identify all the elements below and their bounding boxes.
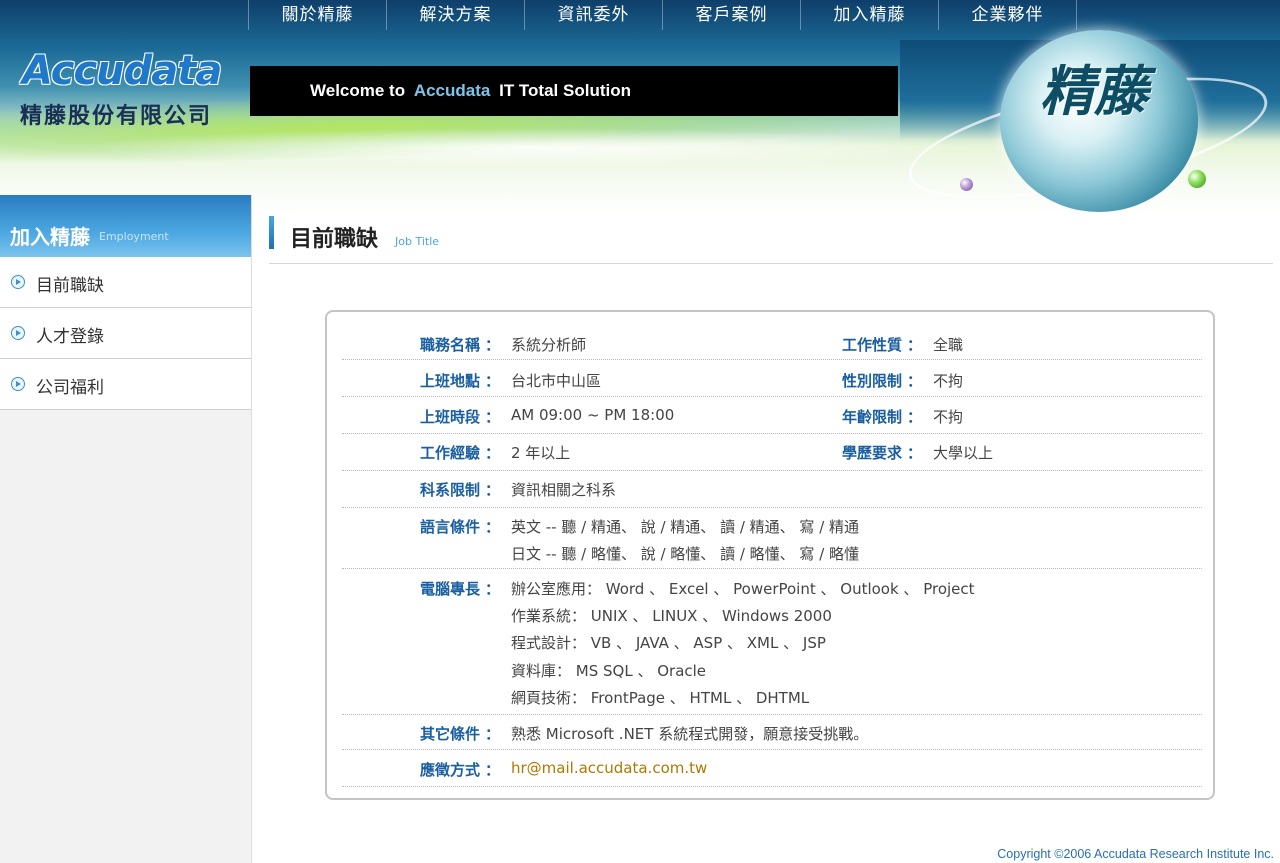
nav-about[interactable]: 關於精藤: [248, 0, 386, 30]
nav-partners[interactable]: 企業夥伴: [938, 0, 1077, 30]
globe-calligraphy: 精藤: [1040, 59, 1148, 123]
field-separator: ：: [907, 408, 923, 426]
apply-email-link[interactable]: hr@mail.accudata.com.tw: [511, 759, 707, 777]
field-value: 系統分析師: [511, 336, 587, 354]
field-value-line: 程式設計： VB 、 JAVA 、 ASP 、 XML 、 JSP: [511, 634, 826, 652]
job-row-language: 語言條件 ： 英文 -- 聽 / 精通、 說 / 精通、 讀 / 精通、 寫 /…: [342, 508, 1202, 569]
field-value-line: 網頁技術： FrontPage 、 HTML 、 DHTML: [511, 689, 810, 707]
site-header: 關於精藤 解決方案 資訊委外 客戶案例 加入精藤 企業夥伴 Accudata 精…: [0, 0, 1280, 215]
header-light-streak: [80, 128, 980, 168]
field-label: 年齡限制: [842, 408, 903, 426]
job-row: 上班時段 ： AM 09:00 ~ PM 18:00 年齡限制 ： 不拘: [342, 397, 1202, 434]
arrow-circle-icon: [11, 377, 25, 391]
field-separator: ：: [485, 481, 501, 499]
nav-outsourcing[interactable]: 資訊委外: [524, 0, 662, 30]
welcome-banner: Welcome to Accudata IT Total Solution: [250, 66, 898, 116]
field-label: 學歷要求: [842, 444, 903, 462]
sidebar: 加入精藤 Employment 目前職缺 人才登錄 公司福利: [0, 195, 252, 863]
field-separator: ：: [485, 408, 501, 426]
sidebar-item-benefits[interactable]: 公司福利: [0, 359, 251, 410]
field-label: 科系限制: [420, 481, 481, 499]
field-label: 上班時段: [420, 408, 481, 426]
job-row-apply: 應徵方式 ： hr@mail.accudata.com.tw: [342, 750, 1202, 787]
field-label: 電腦專長: [420, 580, 481, 598]
copyright-footer: Copyright ©2006 Accudata Research Instit…: [997, 847, 1274, 861]
job-row-other: 其它條件 ： 熟悉 Microsoft .NET 系統程式開發，願意接受挑戰。: [342, 715, 1202, 750]
nav-join[interactable]: 加入精藤: [800, 0, 938, 30]
field-separator: ：: [907, 372, 923, 390]
field-value: 台北市中山區: [511, 372, 602, 390]
field-separator: ：: [485, 761, 501, 779]
field-label: 上班地點: [420, 372, 481, 390]
field-value: AM 09:00 ~ PM 18:00: [511, 406, 675, 424]
sidebar-header: 加入精藤 Employment: [0, 195, 251, 257]
field-separator: ：: [907, 336, 923, 354]
top-navigation: 關於精藤 解決方案 資訊委外 客戶案例 加入精藤 企業夥伴: [248, 0, 1077, 30]
field-separator: ：: [485, 444, 501, 462]
field-label: 語言條件: [420, 518, 481, 536]
field-value-line: 英文 -- 聽 / 精通、 說 / 精通、 讀 / 精通、 寫 / 精通: [511, 518, 860, 536]
job-row: 工作經驗 ： 2 年以上 學歷要求 ： 大學以上: [342, 434, 1202, 471]
welcome-suffix: IT Total Solution: [499, 81, 631, 100]
field-label: 其它條件: [420, 725, 481, 743]
sidebar-item-label: 目前職缺: [36, 276, 104, 296]
field-value: 全職: [933, 336, 964, 354]
sidebar-title-en: Employment: [99, 230, 169, 243]
field-value: 資訊相關之科系: [511, 481, 617, 499]
nav-cases[interactable]: 客戶案例: [662, 0, 800, 30]
logo-company-name: 精藤股份有限公司: [20, 104, 213, 129]
job-row: 上班地點 ： 台北市中山區 性別限制 ： 不拘: [342, 360, 1202, 397]
field-label: 應徵方式: [420, 761, 481, 779]
sidebar-title: 加入精藤: [10, 225, 90, 249]
field-separator: ：: [485, 580, 501, 598]
page-title: 目前職缺: [290, 227, 379, 252]
welcome-brand: Accudata: [413, 81, 491, 100]
field-label: 性別限制: [842, 372, 903, 390]
field-value: 不拘: [933, 408, 964, 426]
orbit-dot-green: [1188, 170, 1206, 188]
field-separator: ：: [485, 725, 501, 743]
arrow-circle-icon: [11, 326, 25, 340]
field-separator: ：: [485, 518, 501, 536]
field-label: 工作經驗: [420, 444, 481, 462]
sidebar-item-label: 人才登錄: [36, 327, 104, 347]
nav-solutions[interactable]: 解決方案: [386, 0, 524, 30]
job-row: 科系限制 ： 資訊相關之科系: [342, 471, 1202, 508]
field-value-line: 辦公室應用： Word 、 Excel 、 PowerPoint 、 Outlo…: [511, 580, 975, 598]
sidebar-item-label: 公司福利: [36, 378, 104, 398]
field-value-line: 作業系統： UNIX 、 LINUX 、 Windows 2000: [511, 607, 832, 625]
arrow-circle-icon: [11, 275, 25, 289]
field-value: 不拘: [933, 372, 964, 390]
welcome-prefix: Welcome to: [310, 81, 406, 100]
job-row-computer-skills: 電腦專長 ： 辦公室應用： Word 、 Excel 、 PowerPoint …: [342, 569, 1202, 715]
job-details-panel: 職務名稱 ： 系統分析師 工作性質 ： 全職 上班地點 ： 台北市中山區 性別限…: [325, 310, 1215, 800]
field-value-line: 資料庫： MS SQL 、 Oracle: [511, 662, 707, 680]
field-value: 大學以上: [933, 444, 994, 462]
field-label: 工作性質: [842, 336, 903, 354]
field-separator: ：: [907, 444, 923, 462]
field-label: 職務名稱: [420, 336, 481, 354]
field-separator: ：: [485, 336, 501, 354]
field-value: 2 年以上: [511, 444, 571, 462]
sidebar-item-openings[interactable]: 目前職缺: [0, 257, 251, 308]
orbit-dot-purple: [960, 178, 973, 191]
field-separator: ：: [485, 372, 501, 390]
job-row: 職務名稱 ： 系統分析師 工作性質 ： 全職: [342, 326, 1202, 360]
field-value-line: 日文 -- 聽 / 略懂、 說 / 略懂、 讀 / 略懂、 寫 / 略懂: [511, 545, 860, 563]
page-title-bar: 目前職缺 Job Title: [269, 214, 1273, 264]
field-value: 熟悉 Microsoft .NET 系統程式開發，願意接受挑戰。: [511, 725, 869, 743]
logo-brand[interactable]: Accudata: [22, 48, 222, 94]
title-accent-bar: [269, 216, 274, 249]
page-subtitle: Job Title: [395, 235, 440, 248]
sidebar-item-talent-register[interactable]: 人才登錄: [0, 308, 251, 359]
